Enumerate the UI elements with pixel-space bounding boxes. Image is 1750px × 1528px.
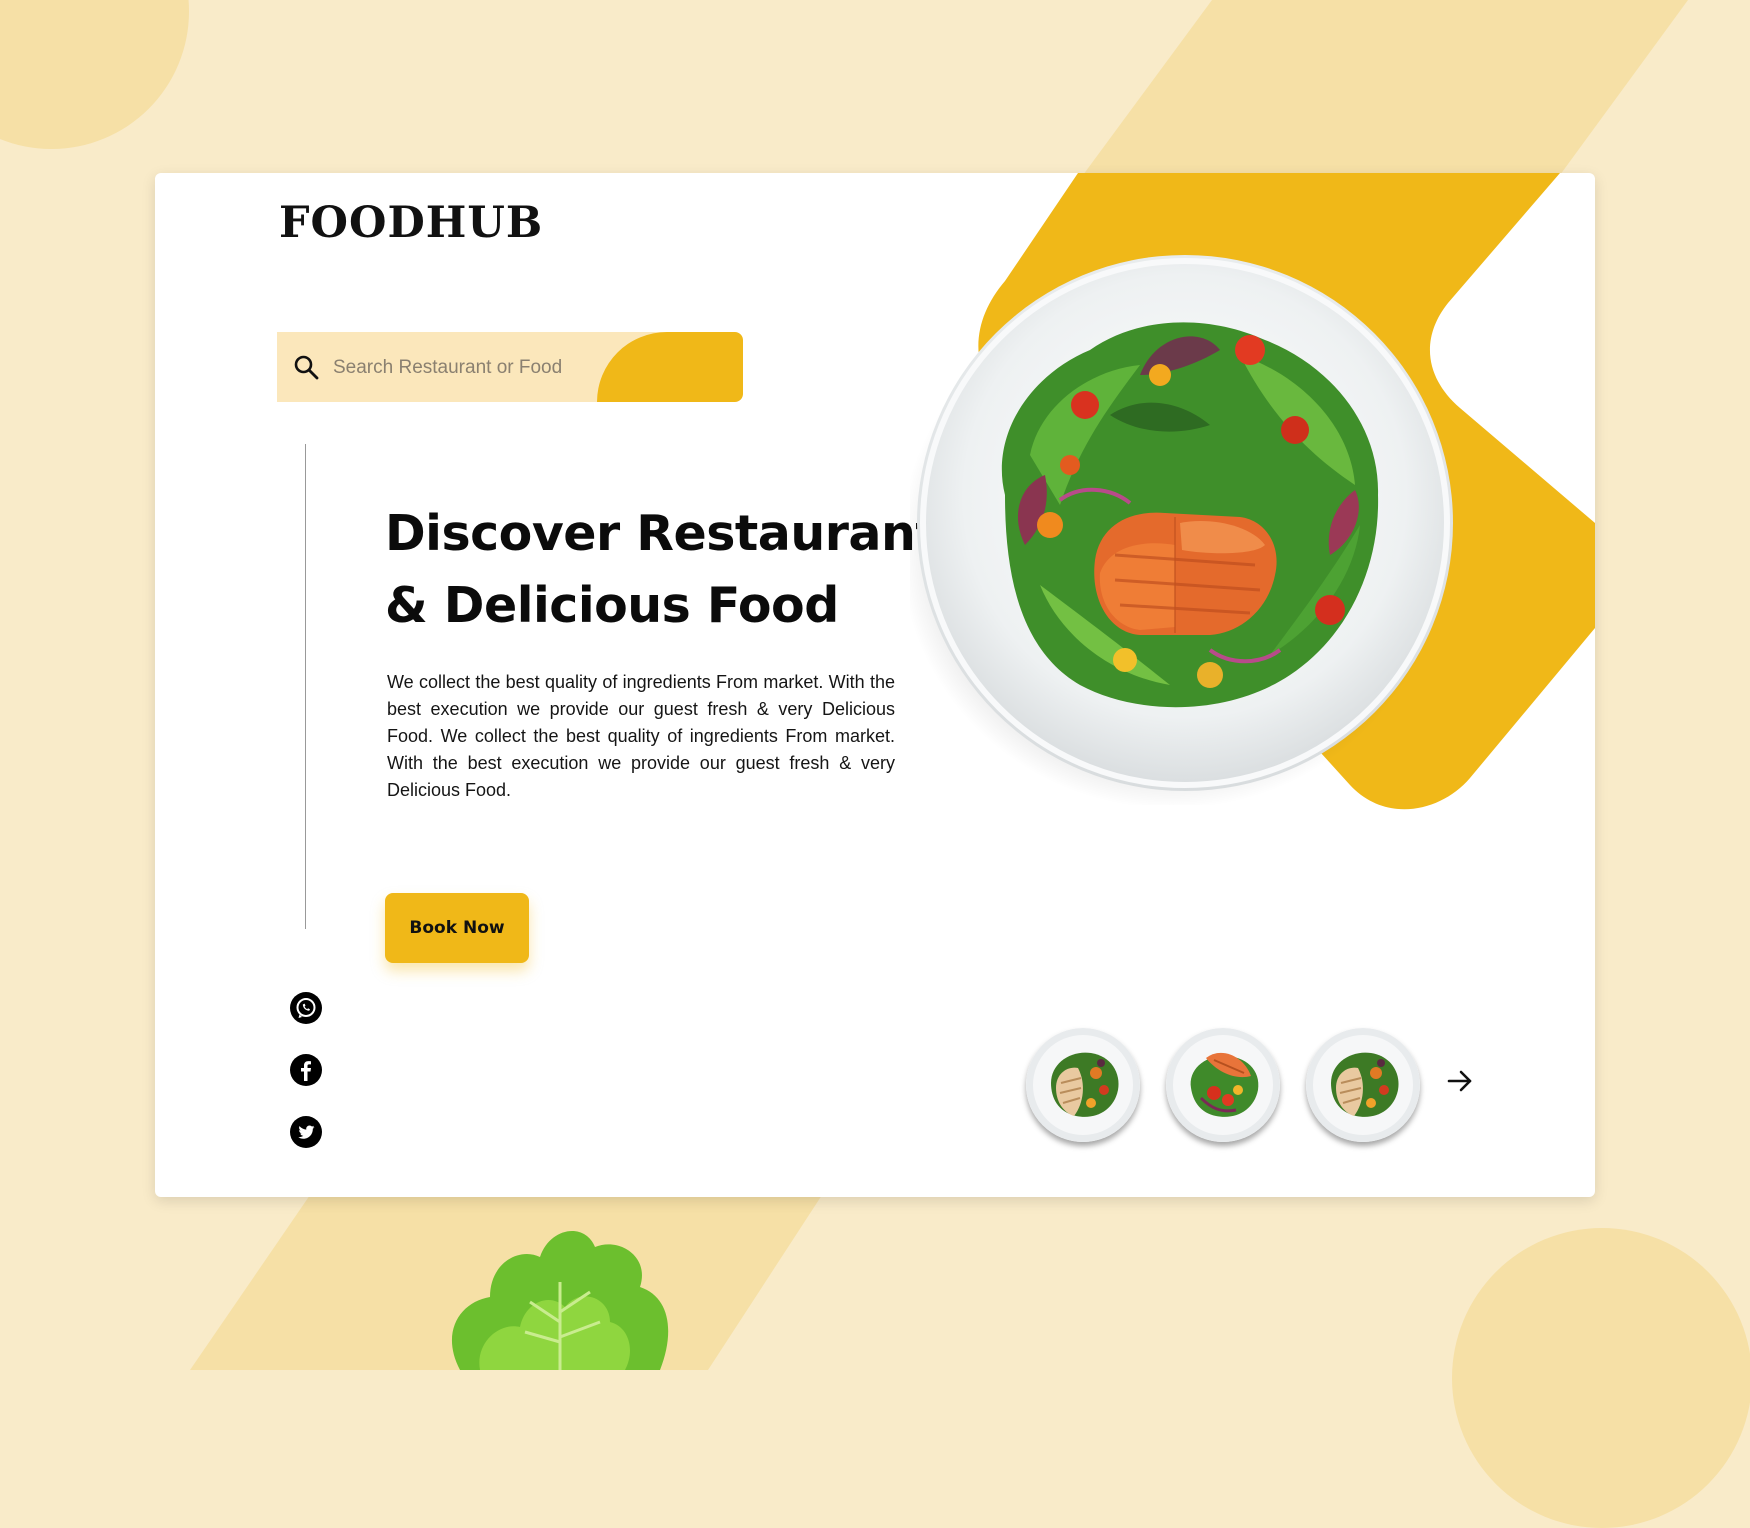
search-bar-accent xyxy=(597,332,743,402)
decorative-circle xyxy=(1452,1228,1750,1528)
arrow-right-icon[interactable] xyxy=(1445,1066,1475,1096)
headline-line-2: & Delicious Food xyxy=(385,577,839,634)
salmon-salad-plate-image xyxy=(910,255,1453,805)
logo[interactable]: FOODHUB xyxy=(279,193,543,253)
page-title: Discover Restaurant & Delicious Food xyxy=(385,498,945,642)
facebook-icon[interactable] xyxy=(290,1054,322,1086)
search-input[interactable] xyxy=(331,347,595,389)
vertical-divider xyxy=(305,444,306,929)
carousel-thumbnail[interactable] xyxy=(1166,1028,1280,1142)
carousel-thumbnail[interactable] xyxy=(1026,1028,1140,1142)
hero-card: FOODHUB Discover Restaurant & Delicious … xyxy=(155,173,1595,1197)
search-bar xyxy=(277,332,743,402)
search-icon[interactable] xyxy=(293,354,319,380)
whatsapp-icon[interactable] xyxy=(290,992,322,1024)
book-now-button[interactable]: Book Now xyxy=(385,893,529,963)
lettuce-image xyxy=(451,1230,669,1370)
decorative-band xyxy=(1083,0,1688,175)
hero-description: We collect the best quality of ingredien… xyxy=(387,672,895,800)
twitter-icon[interactable] xyxy=(290,1116,322,1148)
carousel-thumbnail[interactable] xyxy=(1306,1028,1420,1142)
headline-line-1: Discover Restaurant xyxy=(385,505,939,562)
